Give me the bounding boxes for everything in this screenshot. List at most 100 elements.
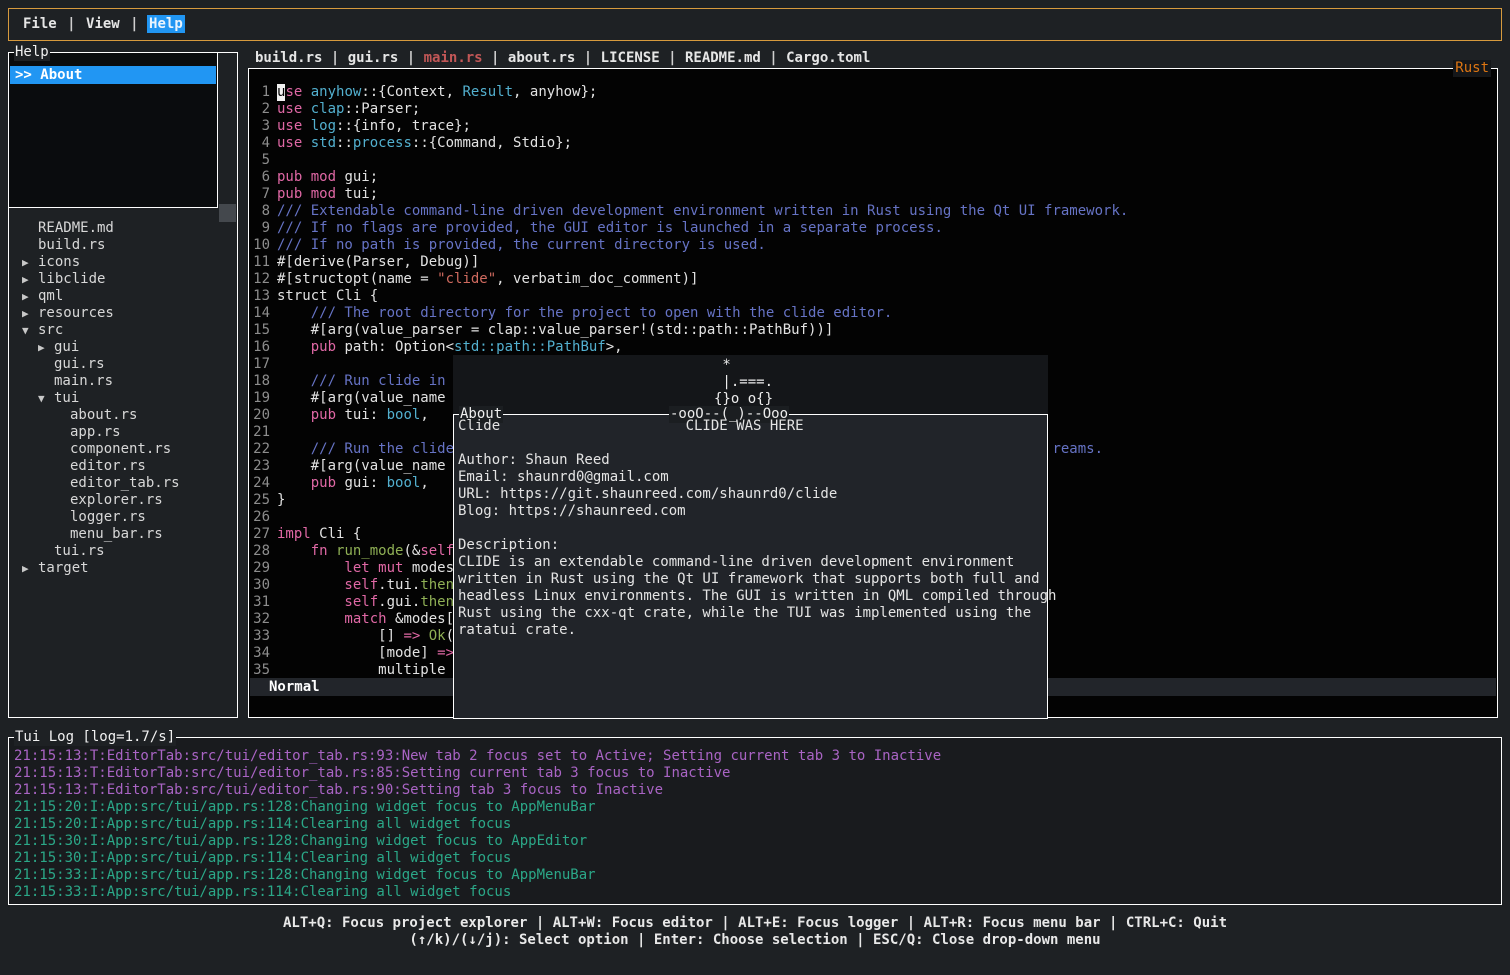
- line-number: 23: [250, 458, 270, 475]
- log-lines: 21:15:13:T:EditorTab:src/tui/editor_tab.…: [14, 748, 1499, 901]
- tree-indent: [54, 526, 70, 543]
- tree-item-icons[interactable]: ▶icons: [10, 254, 236, 271]
- tree-item-target[interactable]: ▶target: [10, 560, 236, 577]
- code-token: , anyhow};: [513, 84, 597, 101]
- line-number: 16: [250, 339, 270, 356]
- code-token: self: [277, 594, 378, 611]
- tree-item-gui[interactable]: ▶gui: [10, 339, 236, 356]
- code-token: #[arg(value_name =: [277, 458, 462, 475]
- tree-item-app.rs[interactable]: app.rs: [10, 424, 236, 441]
- tree-item-label: resources: [38, 305, 114, 322]
- code-line[interactable]: 13struct Cli {: [250, 288, 1496, 305]
- code-token: std::path::PathBuf: [454, 339, 606, 356]
- code-token: self: [420, 543, 454, 560]
- tab-LICENSE[interactable]: LICENSE: [601, 50, 660, 66]
- code-token: pub: [277, 407, 344, 424]
- tree-indent: [54, 458, 70, 475]
- tree-item-resources[interactable]: ▶resources: [10, 305, 236, 322]
- keybind-help-line-1: ALT+Q: Focus project explorer | ALT+W: F…: [0, 915, 1510, 932]
- menu-separator: |: [122, 16, 147, 32]
- tab-about.rs[interactable]: about.rs: [508, 50, 575, 66]
- menu-item-file[interactable]: File: [21, 15, 59, 33]
- dropdown-item-about[interactable]: >> About: [10, 66, 216, 84]
- code-line[interactable]: 3use log::{info, trace};: [250, 118, 1496, 135]
- line-number: 5: [250, 152, 270, 169]
- code-token: gui:: [344, 475, 386, 492]
- tree-item-label: qml: [38, 288, 63, 305]
- code-line[interactable]: 2use clap::Parser;: [250, 101, 1496, 118]
- tree-item-tui[interactable]: ▼tui: [10, 390, 236, 407]
- code-line[interactable]: 14 /// The root directory for the projec…: [250, 305, 1496, 322]
- tree-item-label: app.rs: [70, 424, 121, 441]
- code-token: .tui.: [378, 577, 420, 594]
- keybind-help-bar: ALT+Q: Focus project explorer | ALT+W: F…: [0, 915, 1510, 949]
- log-line-trace: 21:15:13:T:EditorTab:src/tui/editor_tab.…: [14, 782, 1499, 799]
- code-token: [mode]: [277, 645, 437, 662]
- code-line[interactable]: 11#[derive(Parser, Debug)]: [250, 254, 1496, 271]
- tab-separator: |: [660, 50, 685, 66]
- tree-item-menu_bar.rs[interactable]: menu_bar.rs: [10, 526, 236, 543]
- tree-item-label: editor_tab.rs: [70, 475, 180, 492]
- line-number: 22: [250, 441, 270, 458]
- menu-item-help[interactable]: Help: [147, 15, 185, 33]
- code-token: /// If no flags are provided, the GUI ed…: [277, 220, 943, 237]
- tree-item-tui.rs[interactable]: tui.rs: [10, 543, 236, 560]
- code-line[interactable]: 1use anyhow::{Context, Result, anyhow};: [250, 84, 1496, 101]
- tree-item-editor_tab.rs[interactable]: editor_tab.rs: [10, 475, 236, 492]
- line-number: 9: [250, 220, 270, 237]
- code-line[interactable]: 16 pub path: Option<std::path::PathBuf>,: [250, 339, 1496, 356]
- code-token: then: [420, 594, 454, 611]
- tree-item-logger.rs[interactable]: logger.rs: [10, 509, 236, 526]
- tab-Cargo.toml[interactable]: Cargo.toml: [786, 50, 870, 66]
- line-number: 15: [250, 322, 270, 339]
- tree-item-libclide[interactable]: ▶libclide: [10, 271, 236, 288]
- code-line[interactable]: 12#[structopt(name = "clide", verbatim_d…: [250, 271, 1496, 288]
- tree-item-about.rs[interactable]: about.rs: [10, 407, 236, 424]
- tree-item-gui.rs[interactable]: gui.rs: [10, 356, 236, 373]
- tree-indent: [22, 237, 38, 254]
- explorer-scrollbar-thumb[interactable]: [219, 204, 236, 222]
- code-token: bool: [387, 407, 421, 424]
- tree-item-qml[interactable]: ▶qml: [10, 288, 236, 305]
- menu-item-view[interactable]: View: [84, 15, 122, 33]
- code-line[interactable]: 15 #[arg(value_parser = clap::value_pars…: [250, 322, 1496, 339]
- code-token: clap: [311, 101, 345, 118]
- code-line[interactable]: 7pub mod tui;: [250, 186, 1496, 203]
- tree-item-label: main.rs: [54, 373, 113, 390]
- tab-build.rs[interactable]: build.rs: [255, 50, 322, 66]
- code-line[interactable]: 9 /// If no flags are provided, the GUI e…: [250, 220, 1496, 237]
- code-line[interactable]: 6pub mod gui;: [250, 169, 1496, 186]
- tree-item-editor.rs[interactable]: editor.rs: [10, 458, 236, 475]
- line-number: 27: [250, 526, 270, 543]
- tab-gui.rs[interactable]: gui.rs: [348, 50, 399, 66]
- code-token: (&: [403, 543, 420, 560]
- line-number: 14: [250, 305, 270, 322]
- tree-item-label: build.rs: [38, 237, 105, 254]
- line-number: 31: [250, 594, 270, 611]
- code-token: anyhow: [311, 84, 362, 101]
- tree-item-label: editor.rs: [70, 458, 146, 475]
- code-line[interactable]: 10/// If no path is provided, the curren…: [250, 237, 1496, 254]
- tree-item-src[interactable]: ▼src: [10, 322, 236, 339]
- code-token: gui;: [344, 169, 378, 186]
- tab-README.md[interactable]: README.md: [685, 50, 761, 66]
- line-number: 11: [250, 254, 270, 271]
- code-line[interactable]: 8/// Extendable command-line driven deve…: [250, 203, 1496, 220]
- line-number: 6: [250, 169, 270, 186]
- tree-item-build.rs[interactable]: build.rs: [10, 237, 236, 254]
- line-number: 26: [250, 509, 270, 526]
- tree-item-label: gui: [54, 339, 79, 356]
- tree-item-main.rs[interactable]: main.rs: [10, 373, 236, 390]
- tree-item-README.md[interactable]: README.md: [10, 220, 236, 237]
- tab-main.rs[interactable]: main.rs: [424, 50, 483, 66]
- tree-item-explorer.rs[interactable]: explorer.rs: [10, 492, 236, 509]
- code-token: ,: [420, 475, 428, 492]
- code-line[interactable]: 5: [250, 152, 1496, 169]
- code-token: #[arg(value_parser = clap::value_parser!…: [277, 322, 833, 339]
- tree-indent: [54, 492, 70, 509]
- line-number: 30: [250, 577, 270, 594]
- tree-item-component.rs[interactable]: component.rs: [10, 441, 236, 458]
- code-token: =>: [437, 645, 454, 662]
- code-line[interactable]: 4use std::process::{Command, Stdio};: [250, 135, 1496, 152]
- line-number: 19: [250, 390, 270, 407]
